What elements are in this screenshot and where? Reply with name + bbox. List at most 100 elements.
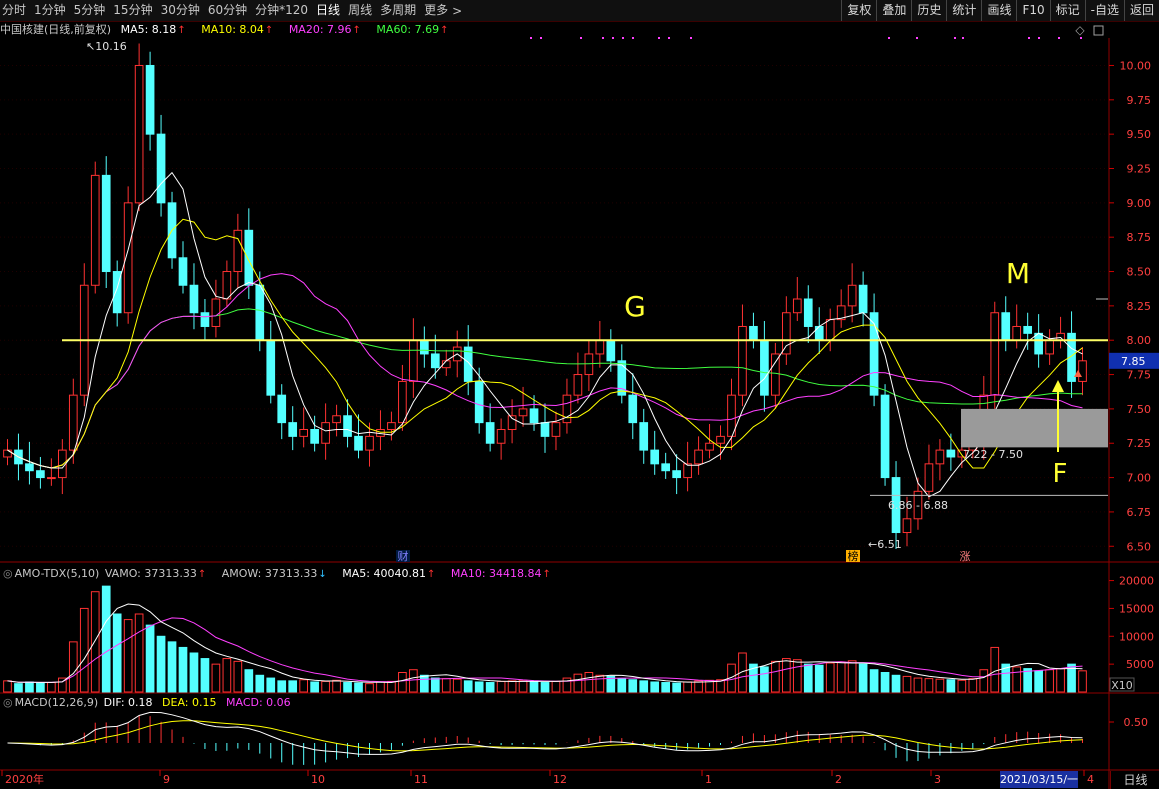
price-info-bar: 中国核建(日线,前复权) MA5: 8.18↑ MA10: 8.04↑ MA20… bbox=[0, 22, 461, 38]
candle-body bbox=[858, 284, 868, 314]
volume-bar bbox=[36, 682, 45, 693]
y-tick-label: 9.50 bbox=[1127, 128, 1152, 141]
volume-bar bbox=[288, 680, 298, 693]
y-tick-label: 9.00 bbox=[1127, 197, 1152, 210]
month-label: 10 bbox=[311, 773, 325, 786]
volume-bar bbox=[858, 663, 868, 693]
candle-body bbox=[1056, 332, 1065, 341]
volume-bar bbox=[880, 672, 890, 693]
label-f: F bbox=[1053, 459, 1068, 489]
candle-body bbox=[222, 271, 232, 300]
volume-bar bbox=[3, 680, 12, 693]
candle-body bbox=[189, 284, 199, 314]
range-label-1: 6.86 - 6.88 bbox=[888, 499, 948, 512]
volume-bar bbox=[365, 683, 374, 693]
candle-body bbox=[200, 312, 210, 327]
volume-bar bbox=[233, 660, 243, 693]
candle-body bbox=[694, 449, 703, 465]
candle-body bbox=[518, 408, 528, 417]
candle-body bbox=[310, 429, 319, 444]
volume-bar bbox=[189, 652, 199, 693]
volume-bar bbox=[924, 678, 934, 693]
candle-body bbox=[145, 64, 155, 135]
volume-bar bbox=[551, 680, 561, 693]
range-label-2: 7.22 - 7.50 bbox=[963, 448, 1023, 461]
signal-dot bbox=[622, 37, 624, 39]
volume-bar bbox=[902, 675, 912, 693]
signal-dot bbox=[1038, 37, 1040, 39]
low-price-label: ←6.51 bbox=[868, 538, 902, 551]
volume-bar bbox=[814, 664, 824, 693]
candle-body bbox=[1012, 325, 1022, 341]
candle-body bbox=[178, 257, 188, 286]
candle-body bbox=[354, 435, 363, 451]
volume-bar bbox=[518, 679, 528, 693]
candle-body bbox=[935, 449, 945, 465]
macd-info-bar: ◎ MACD(12,26,9) DIF: 0.18 DEA: 0.15 MACD:… bbox=[0, 695, 297, 711]
volume-info-bar: ◎ AMO-TDX(5,10) VAMO: 37313.33↑ AMOW: 373… bbox=[0, 566, 563, 582]
volume-bar bbox=[112, 613, 122, 693]
candle-body bbox=[244, 229, 254, 286]
y-tick-label: 9.75 bbox=[1127, 94, 1152, 107]
signal-dot bbox=[690, 37, 692, 39]
volume-bar bbox=[683, 681, 692, 693]
volume-bar bbox=[529, 681, 539, 693]
volume-bar bbox=[803, 663, 813, 693]
volume-bar bbox=[244, 669, 254, 693]
vol-ma10-value: MA10: 34418.84↑ bbox=[450, 567, 551, 580]
month-label: 2 bbox=[835, 773, 842, 786]
dea-value: DEA: 0.15 bbox=[162, 696, 217, 709]
volume-bar bbox=[299, 679, 309, 693]
candle-body bbox=[101, 174, 111, 273]
volume-bar bbox=[1012, 666, 1022, 693]
signal-dot bbox=[954, 37, 956, 39]
price-zone-box bbox=[961, 408, 1108, 448]
signal-dot bbox=[602, 37, 604, 39]
candle-body bbox=[551, 422, 561, 437]
y-tick-label: 8.75 bbox=[1127, 231, 1152, 244]
month-label: 3 bbox=[934, 773, 941, 786]
volume-bar bbox=[200, 658, 210, 693]
period-indicator[interactable]: 日线 bbox=[1110, 771, 1159, 789]
candle-body bbox=[332, 415, 341, 424]
signal-dot bbox=[612, 37, 614, 39]
volume-bar bbox=[1078, 670, 1087, 693]
candle-body bbox=[946, 449, 956, 458]
marker-bang: 榜 bbox=[848, 549, 859, 563]
candle-body bbox=[134, 64, 144, 204]
volume-bar bbox=[1056, 668, 1065, 693]
signal-dot bbox=[530, 37, 532, 39]
kline-chart[interactable]: 6.50 6.75 7.00 7.25 7.50 7.75 8.00 8.25 8.50 8.75… bbox=[0, 0, 1159, 789]
candle-body bbox=[628, 394, 638, 424]
candle-body bbox=[1001, 312, 1011, 341]
vamo-value: VAMO: 37313.33↑ bbox=[104, 567, 207, 580]
volume-bar bbox=[134, 613, 144, 693]
candle-body bbox=[365, 435, 374, 451]
volume-bar bbox=[441, 678, 451, 693]
volume-bar bbox=[68, 641, 78, 693]
volume-bar bbox=[156, 635, 166, 693]
volume-bar bbox=[781, 658, 791, 693]
f-arrowhead-icon bbox=[1052, 380, 1064, 392]
y-tick-label: 9.25 bbox=[1127, 163, 1152, 176]
volume-bar bbox=[672, 682, 681, 693]
candle-body bbox=[661, 463, 671, 472]
volume-bar bbox=[485, 682, 495, 693]
marker-cai: 财 bbox=[398, 549, 409, 563]
high-price-label: ↖10.16 bbox=[86, 40, 127, 53]
candle-body bbox=[419, 339, 429, 355]
candle-body bbox=[211, 298, 221, 327]
amow-value: AMOW: 37313.33↓ bbox=[221, 567, 327, 580]
volume-bar bbox=[452, 678, 462, 693]
ma60-value: MA60: 7.69↑ bbox=[376, 23, 449, 36]
candle-body bbox=[36, 470, 45, 479]
volume-bar bbox=[639, 680, 649, 693]
date-label: 2021/03/15/一 bbox=[1000, 773, 1078, 786]
volume-bar bbox=[1023, 668, 1033, 693]
vol-ma5-value: MA5: 40040.81↑ bbox=[342, 567, 436, 580]
y-tick-label: 7.00 bbox=[1127, 472, 1152, 485]
candle-body bbox=[277, 394, 287, 424]
candle-body bbox=[496, 429, 506, 444]
candle-body bbox=[3, 449, 12, 458]
volume-bar bbox=[332, 679, 341, 693]
